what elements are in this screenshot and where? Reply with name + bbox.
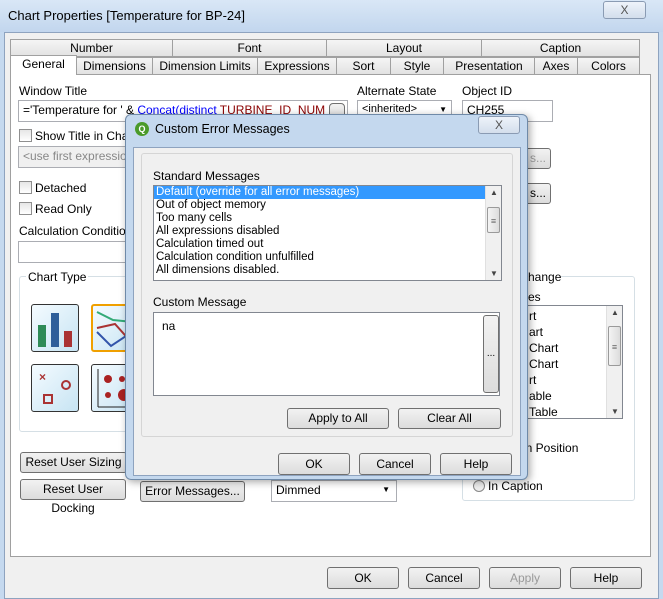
quick-change-sub-label: es — [528, 290, 541, 304]
scroll-thumb[interactable]: ≡ — [608, 326, 621, 366]
show-title-label: Show Title in Chart — [35, 129, 136, 143]
dialog-cancel-button[interactable]: Cancel — [359, 453, 431, 475]
list-item[interactable]: art — [529, 324, 558, 340]
chart-type-label: Chart Type — [26, 270, 89, 284]
apply-to-all-button[interactable]: Apply to All — [287, 408, 389, 429]
read-only-checkbox[interactable] — [19, 202, 32, 215]
tab-caption[interactable]: Caption — [481, 39, 640, 57]
clear-all-button[interactable]: Clear All — [398, 408, 501, 429]
window-title: Chart Properties [Temperature for BP-24] — [8, 8, 245, 23]
tab-dimensions[interactable]: Dimensions — [76, 57, 153, 75]
quick-change-label: hange — [528, 270, 562, 284]
tab-dimension-limits[interactable]: Dimension Limits — [152, 57, 258, 75]
custom-message-label: Custom Message — [153, 295, 247, 309]
show-title-checkbox[interactable] — [19, 129, 32, 142]
window-title-label: Window Title — [19, 84, 88, 98]
message-item[interactable]: Calculation timed out — [154, 238, 501, 251]
svg-text:×: × — [39, 370, 46, 384]
calc-condition-input[interactable] — [18, 241, 138, 263]
dimmed-select[interactable]: Dimmed ▼ — [271, 480, 397, 502]
messages-scrollbar[interactable]: ▲ ≡ ▼ — [485, 186, 501, 280]
tab-colors[interactable]: Colors — [577, 57, 640, 75]
detached-label: Detached — [35, 181, 87, 195]
list-item[interactable]: rt — [529, 372, 558, 388]
expr-prefix: ='Temperature for ' & — [23, 103, 138, 117]
tab-general[interactable]: General — [10, 55, 77, 75]
list-item[interactable]: Chart — [529, 340, 558, 356]
tab-sort[interactable]: Sort — [336, 57, 391, 75]
object-id-label: Object ID — [462, 84, 513, 98]
tab-layout[interactable]: Layout — [326, 39, 482, 57]
message-item[interactable]: Default (override for all error messages… — [154, 186, 485, 199]
dialog-body: Standard Messages Default (override for … — [133, 147, 521, 476]
tab-style[interactable]: Style — [390, 57, 444, 75]
calc-condition-label: Calculation Condition — [19, 224, 133, 238]
dialog-help-button[interactable]: Help — [440, 453, 512, 475]
quick-list-scrollbar[interactable]: ▲ ≡ ▼ — [606, 306, 622, 418]
scroll-up-icon[interactable]: ▲ — [607, 308, 622, 317]
dialog-ok-button[interactable]: OK — [278, 453, 350, 475]
list-item[interactable]: Table — [529, 404, 558, 418]
detached-checkbox[interactable] — [19, 181, 32, 194]
cancel-button[interactable]: Cancel — [408, 567, 480, 589]
tab-font[interactable]: Font — [172, 39, 327, 57]
custom-error-messages-dialog: Q Custom Error Messages X Standard Messa… — [125, 114, 528, 480]
list-item[interactable]: Chart — [529, 356, 558, 372]
in-caption-label: In Caption — [488, 479, 543, 493]
in-caption-radio[interactable] — [473, 480, 485, 492]
message-item[interactable]: All dimensions disabled. — [154, 264, 501, 277]
tab-expressions[interactable]: Expressions — [257, 57, 337, 75]
message-item[interactable]: Too many cells — [154, 212, 501, 225]
qlik-logo-icon: Q — [135, 122, 149, 136]
bar-chart-icon[interactable] — [31, 304, 79, 352]
error-messages-button[interactable]: Error Messages... — [140, 481, 245, 502]
dialog-title: Custom Error Messages — [155, 122, 290, 136]
reset-user-docking-button[interactable]: Reset User Docking — [20, 479, 126, 515]
scroll-up-icon[interactable]: ▲ — [486, 188, 501, 197]
list-item[interactable]: rt — [529, 308, 558, 324]
read-only-label: Read Only — [35, 202, 92, 216]
custom-message-edit-button[interactable]: ... — [483, 315, 499, 393]
close-button[interactable]: X — [603, 1, 646, 19]
list-item[interactable]: able — [529, 388, 558, 404]
scroll-thumb[interactable]: ≡ — [487, 207, 500, 233]
scroll-down-icon[interactable]: ▼ — [607, 407, 622, 416]
tab-axes[interactable]: Axes — [534, 57, 578, 75]
tab-presentation[interactable]: Presentation — [443, 57, 535, 75]
chevron-down-icon: ▼ — [382, 485, 390, 494]
scroll-down-icon[interactable]: ▼ — [486, 269, 501, 278]
title-text-input[interactable]: <use first expressio — [18, 146, 138, 168]
message-item[interactable]: Out of object memory — [154, 199, 501, 212]
message-item[interactable]: All expressions disabled — [154, 225, 501, 238]
dimmed-value: Dimmed — [276, 483, 321, 497]
custom-message-value: na — [162, 319, 176, 333]
alternate-state-label: Alternate State — [357, 84, 437, 98]
apply-button[interactable]: Apply — [489, 567, 561, 589]
chevron-down-icon: ▼ — [439, 105, 447, 114]
standard-messages-label: Standard Messages — [153, 169, 260, 183]
dialog-close-button[interactable]: X — [478, 116, 520, 134]
message-item[interactable]: Calculation condition unfulfilled — [154, 251, 501, 264]
ok-button[interactable]: OK — [327, 567, 399, 589]
scatter-chart-icon[interactable]: × — [31, 364, 79, 412]
reset-user-sizing-button[interactable]: Reset User Sizing — [20, 452, 127, 473]
standard-messages-list[interactable]: Default (override for all error messages… — [153, 185, 502, 281]
help-button[interactable]: Help — [570, 567, 642, 589]
custom-message-input[interactable]: na ... — [153, 312, 500, 396]
